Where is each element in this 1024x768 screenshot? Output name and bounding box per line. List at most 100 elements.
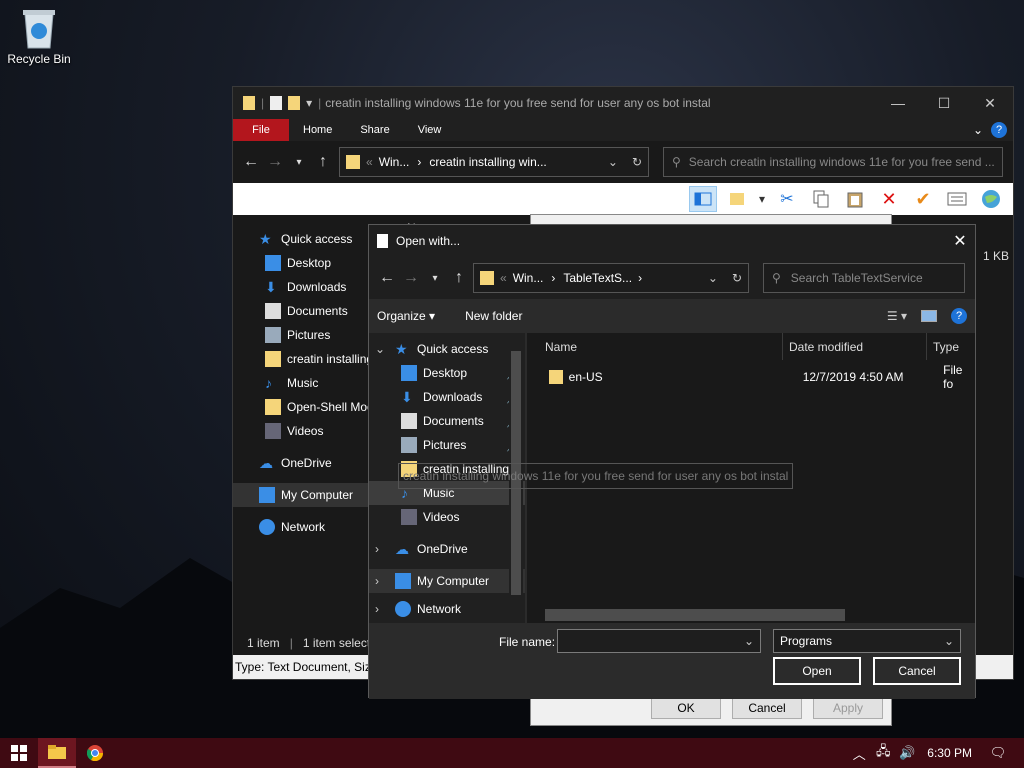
tab-home[interactable]: Home	[289, 119, 346, 141]
chevron-right-icon[interactable]: ›	[375, 542, 395, 556]
up-button[interactable]: ↑	[311, 150, 335, 174]
recent-locations-icon[interactable]: ▾	[287, 150, 311, 174]
breadcrumb-windows[interactable]: Win...	[379, 155, 410, 169]
up-button[interactable]: ↑	[447, 266, 471, 290]
refresh-icon[interactable]: ↻	[632, 155, 642, 169]
back-button[interactable]: ←	[239, 150, 263, 174]
recycle-bin-desktop-icon[interactable]: Recycle Bin	[4, 6, 74, 66]
file-row[interactable]: en-US 12/7/2019 4:50 AM File fo	[527, 363, 975, 391]
paste-icon[interactable]	[841, 186, 869, 212]
organize-button[interactable]: Organize ▾	[377, 309, 435, 323]
tab-share[interactable]: Share	[346, 119, 403, 141]
nav-onedrive[interactable]: ☁ OneDrive	[233, 451, 369, 475]
nav-pictures[interactable]: Pictures	[233, 323, 369, 347]
nav-quick-access[interactable]: ★ Quick access	[233, 227, 369, 251]
chevron-right-icon[interactable]: ›	[375, 574, 395, 588]
cancel-button[interactable]: Cancel	[873, 657, 961, 685]
address-dropdown-icon[interactable]: ⌄	[708, 271, 718, 285]
nav-network[interactable]: Network	[233, 515, 369, 539]
close-button[interactable]: ✕	[967, 87, 1013, 119]
globe-icon[interactable]	[977, 186, 1005, 212]
maximize-button[interactable]: ☐	[921, 87, 967, 119]
new-folder-quick-icon[interactable]	[288, 96, 301, 110]
column-type[interactable]: Type	[927, 333, 959, 360]
document-icon	[265, 303, 281, 319]
nav-music[interactable]: ♪ Music	[233, 371, 369, 395]
nav-network[interactable]: › Network	[369, 597, 525, 621]
refresh-icon[interactable]: ↻	[732, 271, 742, 285]
forward-button[interactable]: →	[399, 266, 423, 290]
address-dropdown-icon[interactable]: ⌄	[608, 155, 618, 169]
chevron-down-icon[interactable]: ⌄	[375, 342, 395, 356]
notifications-icon[interactable]: 🗨	[986, 745, 1010, 761]
ribbon-expand-icon[interactable]: ⌄	[973, 123, 983, 137]
new-item-icon[interactable]	[723, 186, 751, 212]
properties-quick-icon[interactable]	[270, 96, 283, 110]
tab-view[interactable]: View	[404, 119, 456, 141]
nav-pictures[interactable]: Pictures📌	[369, 433, 525, 457]
network-tray-icon[interactable]: 🖧	[871, 742, 895, 764]
nav-quick-access[interactable]: ⌄ ★ Quick access	[369, 337, 525, 361]
help-icon[interactable]: ?	[951, 308, 967, 324]
delete-icon[interactable]: ✕	[875, 186, 903, 212]
breadcrumb-current[interactable]: TableTextS...	[563, 271, 632, 285]
nav-documents[interactable]: Documents📌	[369, 409, 525, 433]
chevron-right-icon[interactable]: ›	[375, 602, 395, 616]
nav-open-shell[interactable]: Open-Shell Moc	[233, 395, 369, 419]
nav-videos[interactable]: Videos	[233, 419, 369, 443]
open-with-search-box[interactable]: ⚲ Search TableTextService	[763, 263, 965, 293]
explorer-address-bar[interactable]: « Win... › creatin installing win... ⌄ ↻	[339, 147, 649, 177]
column-name[interactable]: Name	[527, 333, 783, 360]
quick-access-dropdown-icon[interactable]: ▾	[306, 96, 312, 110]
volume-icon[interactable]: 🔊	[895, 745, 919, 761]
cut-icon[interactable]: ✂	[773, 186, 801, 212]
nav-desktop[interactable]: Desktop	[233, 251, 369, 275]
nav-downloads[interactable]: ⬇ Downloads	[233, 275, 369, 299]
column-date-modified[interactable]: Date modified	[783, 333, 927, 360]
nav-my-computer[interactable]: › My Computer	[369, 569, 525, 593]
nav-my-computer[interactable]: My Computer	[233, 483, 369, 507]
explorer-titlebar: | ▾ | creatin installing windows 11e for…	[233, 87, 1013, 119]
chevron-up-icon[interactable]: ︿	[847, 744, 871, 763]
rename-check-icon[interactable]: ✔	[909, 186, 937, 212]
forward-button[interactable]: →	[263, 150, 287, 174]
nav-creatin-folder[interactable]: creatin installing	[233, 347, 369, 371]
system-tray: ︿ 🖧 🔊 6:30 PM 🗨	[847, 738, 1024, 768]
taskbar-clock[interactable]: 6:30 PM	[927, 746, 972, 760]
open-with-address-bar[interactable]: « Win... › TableTextS... › ⌄ ↻	[473, 263, 749, 293]
properties-icon[interactable]	[943, 186, 971, 212]
recent-locations-icon[interactable]: ▾	[423, 266, 447, 290]
start-button[interactable]	[0, 738, 38, 768]
preview-pane-icon[interactable]	[689, 186, 717, 212]
scrollbar-thumb[interactable]	[545, 609, 845, 621]
nav-onedrive[interactable]: › ☁ OneDrive	[369, 537, 525, 561]
taskbar-file-explorer[interactable]	[38, 738, 76, 768]
back-button[interactable]: ←	[375, 266, 399, 290]
apply-button[interactable]: Apply	[813, 697, 883, 719]
explorer-search-box[interactable]: ⚲ Search creatin installing windows 11e …	[663, 147, 1003, 177]
preview-pane-icon[interactable]	[921, 310, 937, 322]
close-button[interactable]: ✕	[945, 231, 975, 251]
view-options-icon[interactable]: ☰ ▾	[887, 309, 907, 323]
breadcrumb-current[interactable]: creatin installing win...	[429, 155, 546, 169]
file-list-hscroll[interactable]	[527, 605, 975, 623]
nav-videos[interactable]: Videos	[369, 505, 525, 529]
nav-desktop[interactable]: Desktop📌	[369, 361, 525, 385]
file-type-filter[interactable]: Programs ⌄	[773, 629, 961, 653]
new-folder-button[interactable]: New folder	[465, 309, 522, 323]
file-name-input[interactable]: ⌄	[557, 629, 761, 653]
taskbar-chrome[interactable]	[76, 738, 114, 768]
ok-button[interactable]: OK	[651, 697, 721, 719]
copy-icon[interactable]	[807, 186, 835, 212]
help-icon[interactable]: ?	[991, 122, 1007, 138]
cancel-button[interactable]: Cancel	[732, 697, 802, 719]
breadcrumb-windows[interactable]: Win...	[513, 271, 544, 285]
nav-documents[interactable]: Documents	[233, 299, 369, 323]
open-button[interactable]: Open	[773, 657, 861, 685]
tab-file[interactable]: File	[233, 119, 289, 141]
chevron-down-icon[interactable]: ⌄	[744, 634, 754, 648]
minimize-button[interactable]: —	[875, 87, 921, 119]
chevron-down-icon[interactable]: ⌄	[944, 634, 954, 648]
nav-downloads[interactable]: ⬇Downloads📌	[369, 385, 525, 409]
new-item-dropdown-icon[interactable]: ▾	[757, 186, 767, 212]
